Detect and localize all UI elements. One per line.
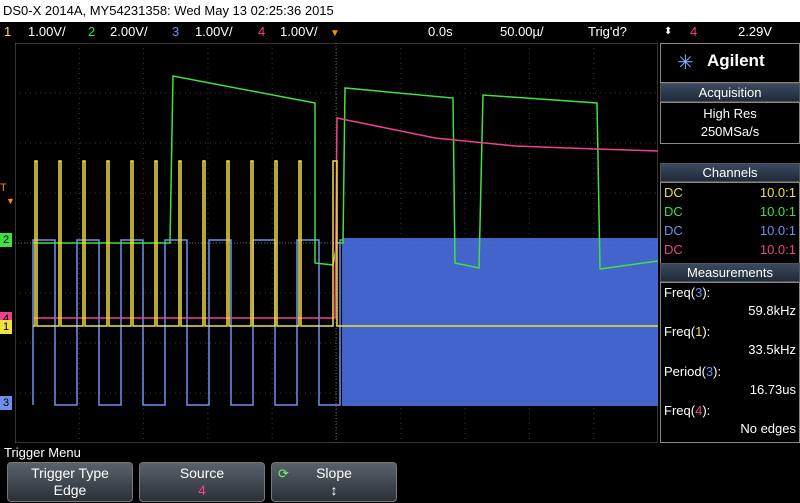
ch3-scale[interactable]: 1.00V/ — [195, 22, 233, 42]
channel-row[interactable]: DC 10.0:1 — [664, 183, 796, 203]
time-offset[interactable]: 0.0s — [428, 22, 453, 42]
ch2-scale[interactable]: 2.00V/ — [110, 22, 148, 42]
source-softkey[interactable]: Source 4 — [139, 462, 265, 502]
softkey-menu: Trigger Menu Trigger Type Edge Source 4 … — [0, 444, 800, 503]
ch3-ground-marker[interactable]: 3 — [0, 396, 12, 410]
ch4-number[interactable]: 4 — [258, 22, 265, 42]
trigger-source[interactable]: 4 — [690, 22, 697, 42]
trigger-arrow-icon: ▼ — [6, 196, 15, 206]
channels-title[interactable]: Channels — [660, 163, 800, 182]
ch3-number[interactable]: 3 — [172, 22, 179, 42]
time-scale[interactable]: 50.00µ/ — [500, 22, 544, 42]
ch3-dense-trace — [342, 238, 658, 406]
ch1-ground-marker[interactable]: 1 — [0, 320, 12, 334]
ch1-scale[interactable]: 1.00V/ — [28, 22, 66, 42]
acquisition-box: High Res 250MSa/s — [660, 102, 800, 144]
agilent-spark-icon: ✳ — [677, 52, 694, 74]
measurements-title[interactable]: Measurements — [660, 263, 800, 282]
trigger-slope-icon: ⬍ — [664, 26, 673, 37]
title-text: DS0-X 2014A, MY54231358: Wed May 13 02:2… — [3, 3, 334, 18]
side-panel: ✳ Agilent Acquisition High Res 250MSa/s … — [660, 43, 800, 443]
sample-rate: 250MSa/s — [700, 124, 760, 139]
measurements-box: Freq(3): 59.8kHz Freq(1): 33.5kHz Period… — [660, 282, 800, 443]
ch1-number[interactable]: 1 — [4, 22, 11, 42]
brand-logo: Agilent — [707, 51, 765, 70]
channel-row[interactable]: DC 10.0:1 — [664, 221, 796, 241]
channel-row[interactable]: DC 10.0:1 — [664, 202, 796, 222]
trigger-position-icon: ▼ — [330, 28, 340, 39]
status-bar: 1 1.00V/ 2 2.00V/ 3 1.00V/ 4 1.00V/ ▼ 0.… — [0, 22, 800, 42]
acquisition-mode: High Res — [703, 106, 757, 121]
waveform-display[interactable] — [15, 43, 658, 443]
ch4-scale[interactable]: 1.00V/ — [280, 22, 318, 42]
menu-title: Trigger Menu — [4, 445, 81, 460]
ch2-number[interactable]: 2 — [88, 22, 95, 42]
trigger-status: Trig'd? — [588, 24, 627, 39]
trigger-level-marker[interactable]: T — [0, 182, 7, 194]
trigger-type-softkey[interactable]: Trigger Type Edge — [7, 462, 133, 502]
ch2-ground-marker[interactable]: 2 — [0, 233, 12, 247]
slope-softkey[interactable]: ⟳ Slope ↕ — [271, 462, 397, 502]
channels-box: DC 10.0:1 DC 10.0:1 DC 10.0:1 DC 10.0:1 — [660, 182, 800, 264]
channel-row[interactable]: DC 10.0:1 — [664, 240, 796, 260]
acquisition-title[interactable]: Acquisition — [660, 83, 800, 102]
logo-box: ✳ Agilent — [660, 43, 800, 83]
title-bar: DS0-X 2014A, MY54231358: Wed May 13 02:2… — [0, 0, 800, 22]
trigger-level[interactable]: 2.29V — [738, 22, 772, 42]
